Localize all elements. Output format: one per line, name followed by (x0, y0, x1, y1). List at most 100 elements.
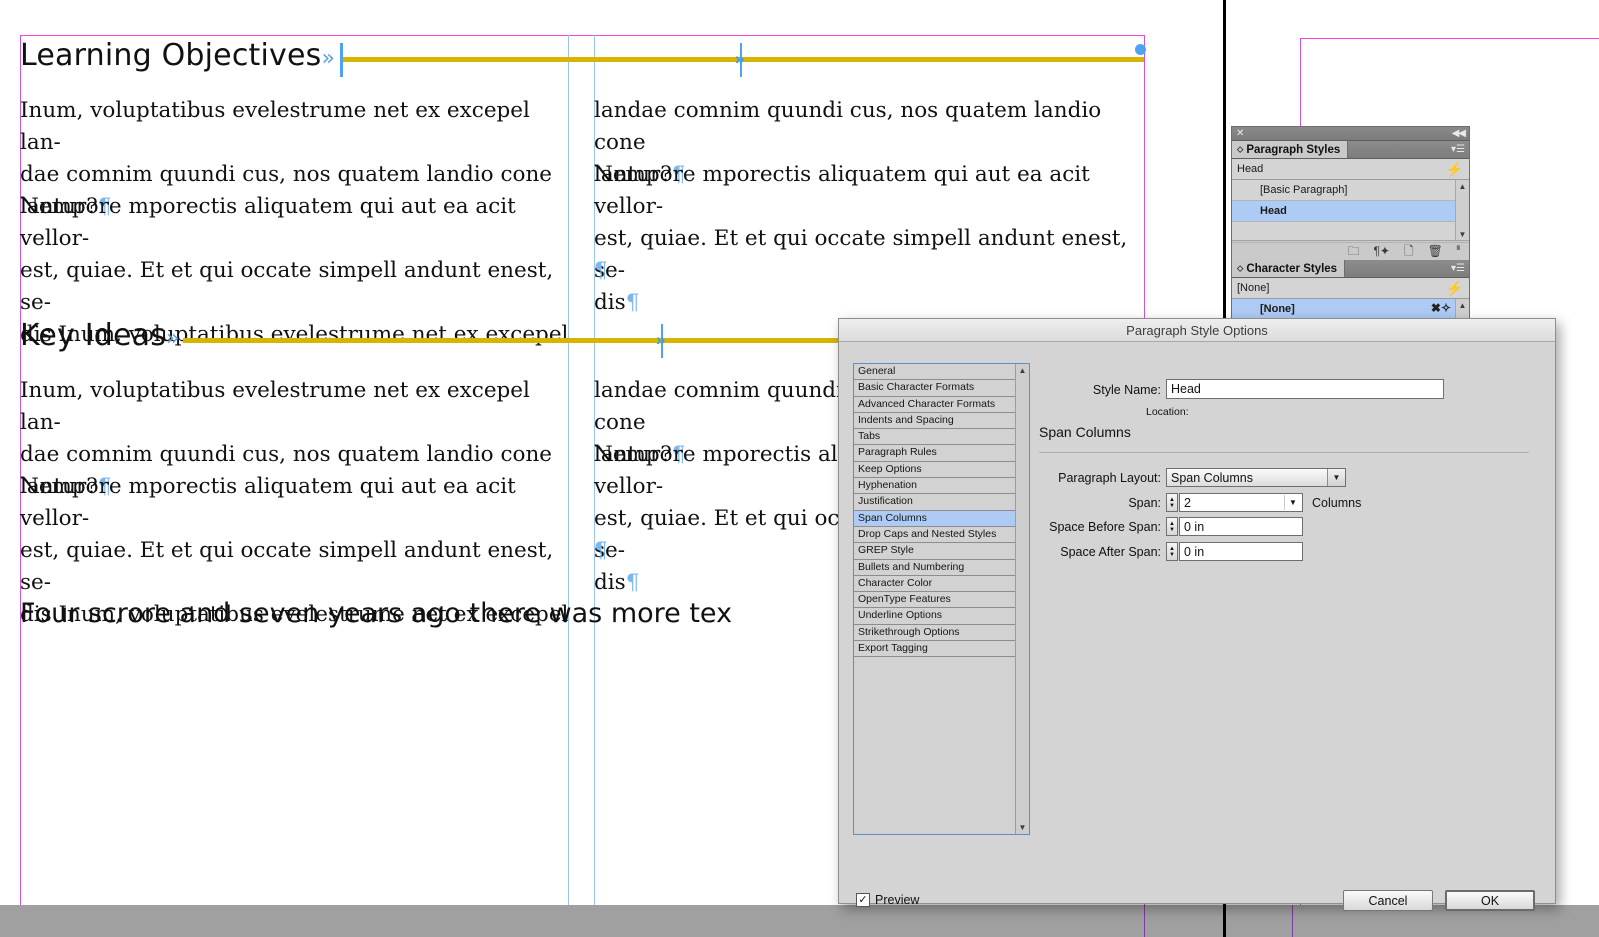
style-name: Head (1260, 205, 1287, 217)
category-item-basic-character-formats[interactable]: Basic Character Formats (854, 380, 1029, 397)
span-break-marker-2: » (656, 330, 666, 349)
section-title: Span Columns (1039, 424, 1131, 440)
paragraph-panel-footer[interactable]: 🗀 ¶✦ 🗋 🗑 ▘ (1232, 240, 1469, 260)
panel-menu-icon[interactable]: ▾☰ (1451, 263, 1465, 274)
space-after-stepper[interactable]: ▲ ▼ (1166, 542, 1178, 561)
new-style-icon[interactable]: 🗋 (1404, 245, 1414, 257)
resize-grip-icon[interactable]: ▘ (1457, 246, 1463, 255)
line: est, quiae. Et et qui occate simpell and… (594, 226, 1128, 283)
collapse-panel-icon[interactable]: ◀◀ (1452, 127, 1466, 140)
paragraph-style-options-dialog[interactable]: Paragraph Style Options General Basic Ch… (838, 318, 1556, 911)
preview-checkbox[interactable]: ✓ (856, 893, 870, 907)
panel-menu-icon[interactable]: ▾☰ (1451, 144, 1465, 155)
tab-character-styles[interactable]: ⬦ Character Styles (1232, 260, 1346, 277)
delete-icon[interactable]: 🗑 (1428, 245, 1443, 257)
styles-panel-group[interactable]: ✕ ◀◀ ⬦ Paragraph Styles ▾☰ Head ⚡ [Basic… (1231, 126, 1470, 321)
chevron-down-icon[interactable]: ▼ (1284, 495, 1301, 510)
panel-drag-bar[interactable]: ✕ ◀◀ (1232, 127, 1469, 141)
span-columns-marker: » (166, 326, 180, 351)
style-name-input[interactable]: Head (1166, 379, 1444, 399)
category-list[interactable]: General Basic Character Formats Advanced… (853, 363, 1030, 835)
dialog-title: Paragraph Style Options (1126, 322, 1268, 338)
list-item[interactable] (1232, 222, 1469, 243)
list-item[interactable]: [None] ✖✧ (1232, 299, 1469, 320)
category-item-character-color[interactable]: Character Color (854, 575, 1029, 593)
category-item-indents-and-spacing[interactable]: Indents and Spacing (854, 412, 1029, 430)
body-right-empty-paragraph[interactable]: ¶ (594, 255, 608, 287)
category-item-strikethrough-options[interactable]: Strikethrough Options (854, 624, 1029, 642)
character-list-scrollbar[interactable]: ▲ (1455, 299, 1469, 320)
category-item-export-tagging[interactable]: Export Tagging (854, 641, 1029, 658)
paragraph-layout-select[interactable]: Span Columns ▼ (1166, 468, 1346, 487)
clear-overrides-icon[interactable]: ⚡ (1446, 280, 1463, 296)
category-item-underline-options[interactable]: Underline Options (854, 608, 1029, 625)
category-item-general[interactable]: General (854, 364, 1029, 381)
span-stepper[interactable]: ▲ ▼ (1166, 493, 1178, 512)
close-icon[interactable]: ✕ (1236, 127, 1244, 140)
panel-grip-icon: ⬦ (1237, 144, 1244, 154)
category-item-bullets-and-numbering[interactable]: Bullets and Numbering (854, 559, 1029, 576)
tab-paragraph-styles[interactable]: ⬦ Paragraph Styles (1232, 141, 1349, 158)
stepper-down-icon[interactable]: ▼ (1169, 552, 1175, 558)
stepper-down-icon[interactable]: ▼ (1169, 527, 1175, 533)
ok-button[interactable]: OK (1445, 890, 1535, 911)
category-item-opentype-features[interactable]: OpenType Features (854, 592, 1029, 609)
scroll-up-icon[interactable]: ▲ (1456, 299, 1469, 311)
heading-four-score-line[interactable]: Four scrore and seven years ago there wa… (20, 598, 732, 629)
heading-learning-objectives[interactable]: Learning Objectives» (20, 38, 335, 73)
paragraph-style-list[interactable]: [Basic Paragraph] Head ▲ ▼ (1232, 180, 1469, 243)
cancel-button[interactable]: Cancel (1343, 890, 1433, 911)
rule-end-handle[interactable] (1135, 44, 1146, 55)
paragraph-layout-value: Span Columns (1171, 470, 1253, 485)
current-style-label: Head (1237, 163, 1264, 175)
category-item-advanced-character-formats[interactable]: Advanced Character Formats (854, 396, 1029, 413)
dialog-title-bar[interactable]: Paragraph Style Options (839, 319, 1555, 342)
clear-overrides-icon[interactable]: ¶✦ (1373, 245, 1390, 257)
line: est, quiae. Et et qui occate simpell and… (20, 258, 554, 315)
paragraph-current-style: Head ⚡ (1232, 159, 1469, 180)
category-item-paragraph-rules[interactable]: Paragraph Rules (854, 445, 1029, 462)
body-right-paragraph-2[interactable]: Nempore mporectis aliquatem qui aut ea a… (594, 159, 1154, 319)
scroll-down-icon[interactable]: ▼ (1016, 821, 1029, 834)
line: Nempore mporectis aliquatem qui aut ea a… (594, 162, 1090, 219)
style-name: [Basic Paragraph] (1260, 184, 1348, 196)
line: Nempore mporectis aliquatem qui aut ea a… (20, 474, 516, 531)
preview-checkbox-row[interactable]: ✓ Preview (856, 893, 919, 907)
space-before-stepper[interactable]: ▲ ▼ (1166, 517, 1178, 536)
clear-attributes-icon[interactable]: ✖✧ (1431, 301, 1451, 315)
body-right2-empty-paragraph[interactable]: ¶ (594, 535, 608, 567)
category-list-scrollbar[interactable]: ▲ ▼ (1015, 364, 1029, 834)
span-break-marker-1: » (735, 49, 745, 68)
clear-overrides-icon[interactable]: ⚡ (1446, 161, 1463, 177)
pilcrow-icon: ¶ (625, 570, 640, 595)
scroll-up-icon[interactable]: ▲ (1456, 180, 1469, 192)
folder-icon[interactable]: 🗀 (1347, 245, 1359, 257)
line: dis (594, 570, 626, 595)
space-before-span-label: Space Before Span: (1049, 520, 1161, 534)
character-style-list[interactable]: [None] ✖✧ ▲ (1232, 299, 1469, 320)
text-cursor (340, 43, 343, 77)
pilcrow-icon: ¶ (594, 538, 608, 563)
list-item[interactable]: Head (1232, 201, 1469, 222)
span-suffix-label: Columns (1312, 496, 1362, 510)
scroll-up-icon[interactable]: ▲ (1016, 364, 1029, 377)
line: dae comnim quundi cus, nos quatem landio… (20, 162, 553, 187)
space-after-span-input[interactable]: 0 in (1179, 542, 1303, 561)
category-item-tabs[interactable]: Tabs (854, 429, 1029, 446)
stepper-down-icon[interactable]: ▼ (1169, 503, 1175, 509)
span-combo-input[interactable]: 2 ▼ (1179, 493, 1303, 512)
space-after-span-label: Space After Span: (1060, 545, 1161, 559)
space-before-span-input[interactable]: 0 in (1179, 517, 1303, 536)
paragraph-list-scrollbar[interactable]: ▲ ▼ (1455, 180, 1469, 240)
list-item[interactable]: [Basic Paragraph] (1232, 180, 1469, 201)
dialog-body: General Basic Character Formats Advanced… (839, 342, 1555, 911)
scroll-down-icon[interactable]: ▼ (1456, 228, 1469, 240)
location-label: Location: (1146, 406, 1189, 418)
section-divider (1039, 452, 1529, 453)
paragraph-styles-tabstrip[interactable]: ⬦ Paragraph Styles ▾☰ (1232, 141, 1469, 159)
character-styles-tabstrip[interactable]: ⬦ Character Styles ▾☰ (1232, 260, 1469, 278)
pilcrow-icon: ¶ (594, 258, 608, 283)
heading-key-ideas[interactable]: Key Ideas» (20, 318, 180, 353)
paragraph-layout-label: Paragraph Layout: (1058, 471, 1161, 485)
chevron-down-icon[interactable]: ▼ (1327, 469, 1345, 486)
